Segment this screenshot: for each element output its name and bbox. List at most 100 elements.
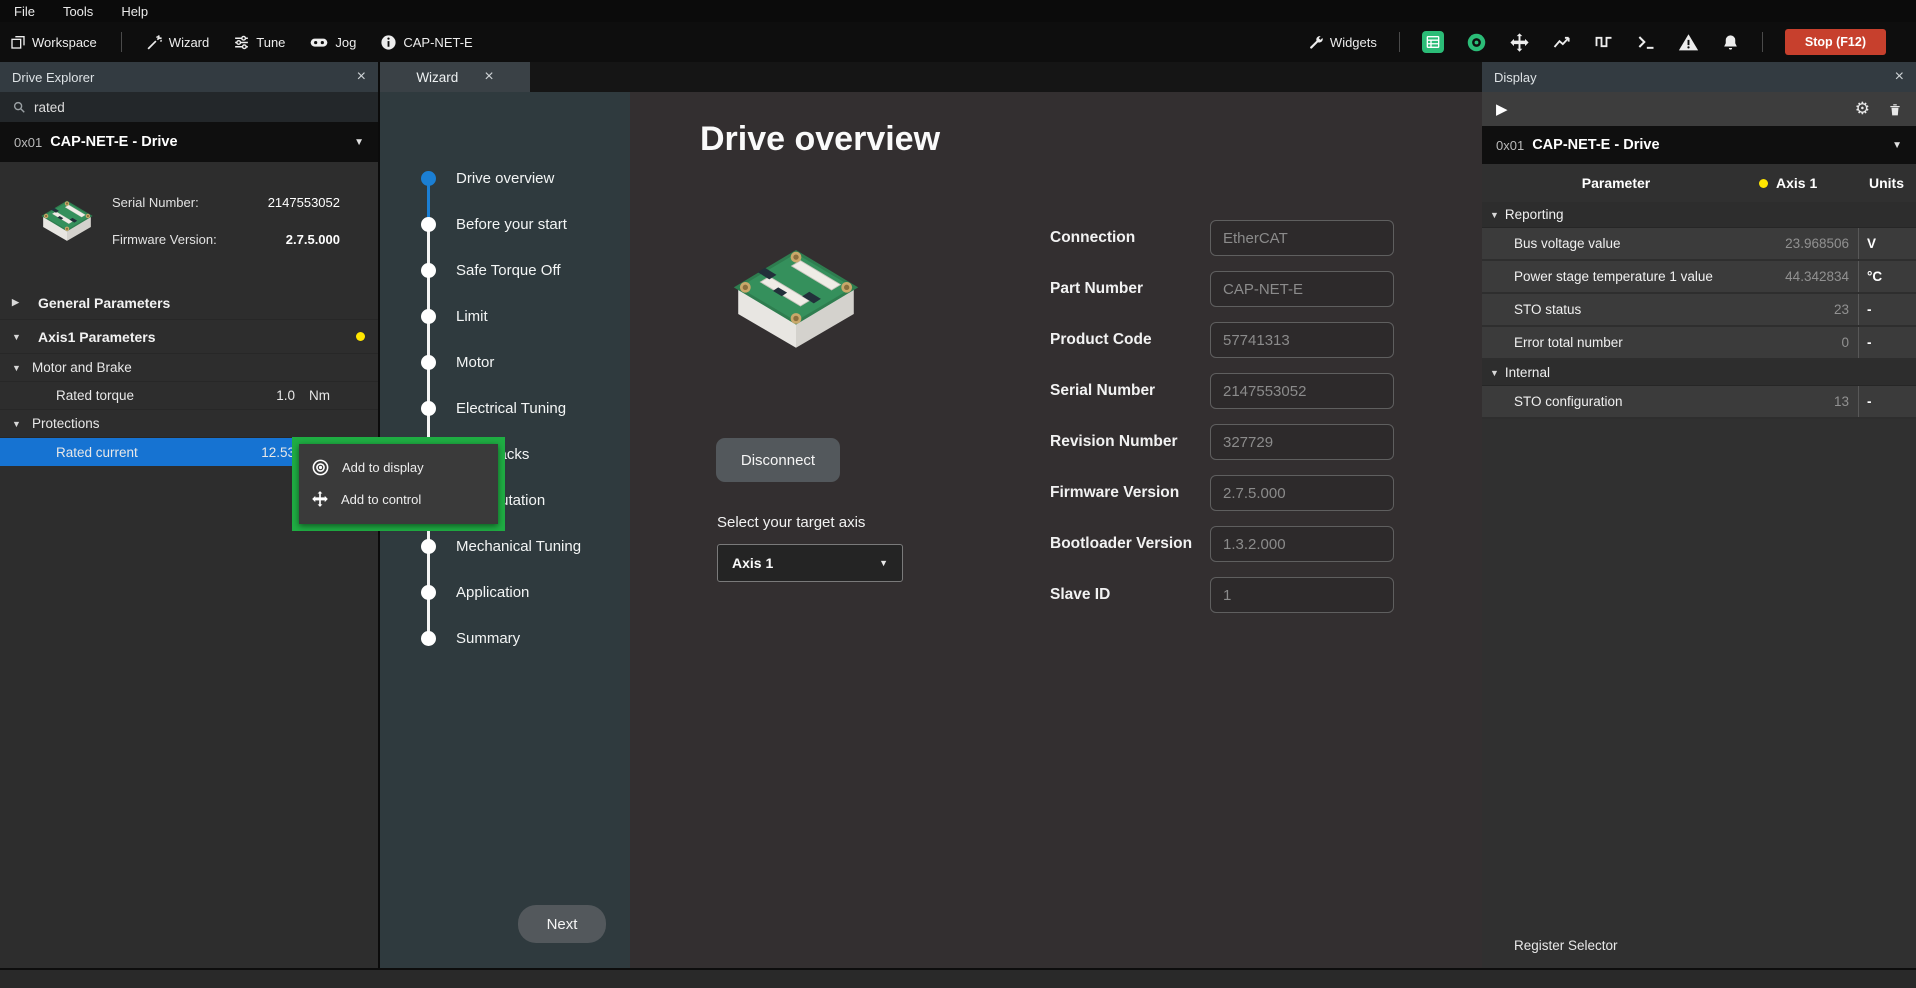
menu-help[interactable]: Help xyxy=(121,4,148,19)
parameter-value: 13 xyxy=(1738,394,1858,409)
chevron-down-icon[interactable]: ▼ xyxy=(12,419,24,429)
workspace-button[interactable]: Workspace xyxy=(10,34,97,50)
register-selector-link[interactable]: Register Selector xyxy=(1514,938,1618,953)
close-icon[interactable]: × xyxy=(484,69,493,85)
tab-wizard[interactable]: Wizard × xyxy=(380,62,530,92)
form-row-revision-number: Revision Number 327729 xyxy=(1050,424,1394,460)
wizard-step-electrical-tuning[interactable]: Electrical Tuning xyxy=(416,385,626,431)
field-label: Slave ID xyxy=(1050,586,1210,604)
chevron-down-icon[interactable]: ▼ xyxy=(1892,140,1902,151)
next-button[interactable]: Next xyxy=(518,905,606,943)
serial-number-label: Serial Number: xyxy=(112,195,199,210)
wizard-step-safe-torque-off[interactable]: Safe Torque Off xyxy=(416,247,626,293)
display-group-reporting[interactable]: ▼ Reporting xyxy=(1482,202,1916,228)
tree-group-axis1-parameters[interactable]: ▼ Axis1 Parameters xyxy=(0,320,378,354)
square-wave-icon[interactable] xyxy=(1594,32,1614,52)
wizard-step-application[interactable]: Application xyxy=(416,569,626,615)
form-row-part-number: Part Number CAP-NET-E xyxy=(1050,271,1394,307)
parameter-search xyxy=(0,92,378,122)
menu-item-add-to-control[interactable]: Add to control xyxy=(299,483,498,515)
step-label: Limit xyxy=(456,308,488,325)
chevron-down-icon[interactable]: ▼ xyxy=(12,363,24,373)
device-header[interactable]: 0x01 CAP-NET-E - Drive ▼ xyxy=(0,122,378,162)
display-title: Display xyxy=(1494,70,1537,85)
display-row-power-stage-temperature[interactable]: Power stage temperature 1 value 44.34283… xyxy=(1482,261,1916,294)
play-icon[interactable]: ▶ xyxy=(1496,100,1508,118)
step-dot xyxy=(416,401,440,416)
widgets-button[interactable]: Widgets xyxy=(1309,35,1377,50)
terminal-icon[interactable] xyxy=(1636,32,1656,52)
parameter-value: 23 xyxy=(1738,302,1858,317)
parameter-units: - xyxy=(1858,386,1916,417)
display-group-internal[interactable]: ▼ Internal xyxy=(1482,360,1916,386)
menu-item-add-to-display[interactable]: Add to display xyxy=(299,451,498,483)
tree-group-general-parameters[interactable]: ▶ General Parameters xyxy=(0,286,378,320)
document-tab-bar: Wizard × xyxy=(380,62,1482,92)
sliders-icon xyxy=(233,34,250,51)
tree-item-rated-torque[interactable]: Rated torque 1.0 Nm xyxy=(0,382,378,410)
parameter-value: 0 xyxy=(1738,335,1858,350)
wrench-icon xyxy=(1309,35,1324,50)
chevron-down-icon[interactable]: ▼ xyxy=(12,332,24,342)
trash-icon[interactable] xyxy=(1888,102,1902,117)
tune-button[interactable]: Tune xyxy=(233,34,285,51)
tree-subgroup-protections[interactable]: ▼ Protections xyxy=(0,410,378,438)
step-label: Safe Torque Off xyxy=(456,262,561,279)
bell-icon[interactable] xyxy=(1721,33,1740,52)
wizard-button[interactable]: Wizard xyxy=(146,34,209,51)
gear-icon[interactable]: ⚙ xyxy=(1855,99,1870,119)
parameter-value: 1.0 xyxy=(276,388,295,403)
menu-file[interactable]: File xyxy=(14,4,35,19)
field-label: Product Code xyxy=(1050,331,1210,349)
form-row-product-code: Product Code 57741313 xyxy=(1050,322,1394,358)
application-window: File Tools Help Workspace Wizard xyxy=(0,0,1916,988)
wizard-step-before-your-start[interactable]: Before your start xyxy=(416,201,626,247)
tree-subgroup-motor-and-brake[interactable]: ▼ Motor and Brake xyxy=(0,354,378,382)
parameter-label: Rated current xyxy=(56,445,138,460)
bootloader-version-field: 1.3.2.000 xyxy=(1210,526,1394,562)
widgets-label: Widgets xyxy=(1330,35,1377,50)
search-input[interactable] xyxy=(34,100,314,115)
axis-select-dropdown[interactable]: Axis 1 ▼ xyxy=(717,544,903,582)
device-info-label: CAP-NET-E xyxy=(403,35,472,50)
status-bar xyxy=(0,968,1916,988)
display-row-sto-configuration[interactable]: STO configuration 13 - xyxy=(1482,386,1916,419)
display-row-error-total-number[interactable]: Error total number 0 - xyxy=(1482,327,1916,360)
close-icon[interactable]: × xyxy=(1895,69,1904,85)
watch-eye-icon[interactable] xyxy=(1466,32,1487,53)
wizard-step-summary[interactable]: Summary xyxy=(416,615,626,661)
parameter-label: Bus voltage value xyxy=(1482,236,1738,251)
jog-button[interactable]: Jog xyxy=(309,32,356,52)
menu-tools[interactable]: Tools xyxy=(63,4,93,19)
serial-number-line: Serial Number: 2147553052 xyxy=(112,195,362,210)
display-row-bus-voltage[interactable]: Bus voltage value 23.968506 V xyxy=(1482,228,1916,261)
wizard-step-limit[interactable]: Limit xyxy=(416,293,626,339)
display-row-sto-status[interactable]: STO status 23 - xyxy=(1482,294,1916,327)
drive-explorer-title: Drive Explorer xyxy=(12,70,94,85)
workspace-icon xyxy=(10,34,26,50)
wizard-step-motor[interactable]: Motor xyxy=(416,339,626,385)
close-icon[interactable]: × xyxy=(357,69,366,85)
field-label: Serial Number xyxy=(1050,382,1210,400)
move-widget-icon[interactable] xyxy=(1509,32,1530,53)
step-dot xyxy=(416,631,440,646)
display-widget-icon[interactable] xyxy=(1422,31,1444,53)
wizard-step-drive-overview[interactable]: Drive overview xyxy=(416,155,626,201)
parameter-label: Rated torque xyxy=(56,388,134,403)
main-toolbar: Workspace Wizard Tune Jog xyxy=(0,22,1916,62)
tab-wizard-label: Wizard xyxy=(416,70,458,85)
warning-icon[interactable] xyxy=(1678,32,1699,53)
chevron-right-icon[interactable]: ▶ xyxy=(12,297,24,308)
step-label: Motor xyxy=(456,354,494,371)
display-device-header[interactable]: 0x01 CAP-NET-E - Drive ▼ xyxy=(1482,126,1916,164)
scope-chart-icon[interactable] xyxy=(1552,32,1572,52)
device-info-button[interactable]: CAP-NET-E xyxy=(380,34,472,51)
chevron-down-icon[interactable]: ▼ xyxy=(354,137,364,148)
stop-button[interactable]: Stop (F12) xyxy=(1785,29,1886,55)
parameter-value: 44.342834 xyxy=(1738,269,1858,284)
display-column-header: Parameter Axis 1 Units xyxy=(1482,164,1916,202)
info-icon xyxy=(380,34,397,51)
chevron-down-icon[interactable]: ▼ xyxy=(1490,368,1499,378)
chevron-down-icon[interactable]: ▼ xyxy=(1490,210,1499,220)
disconnect-button[interactable]: Disconnect xyxy=(716,438,840,482)
